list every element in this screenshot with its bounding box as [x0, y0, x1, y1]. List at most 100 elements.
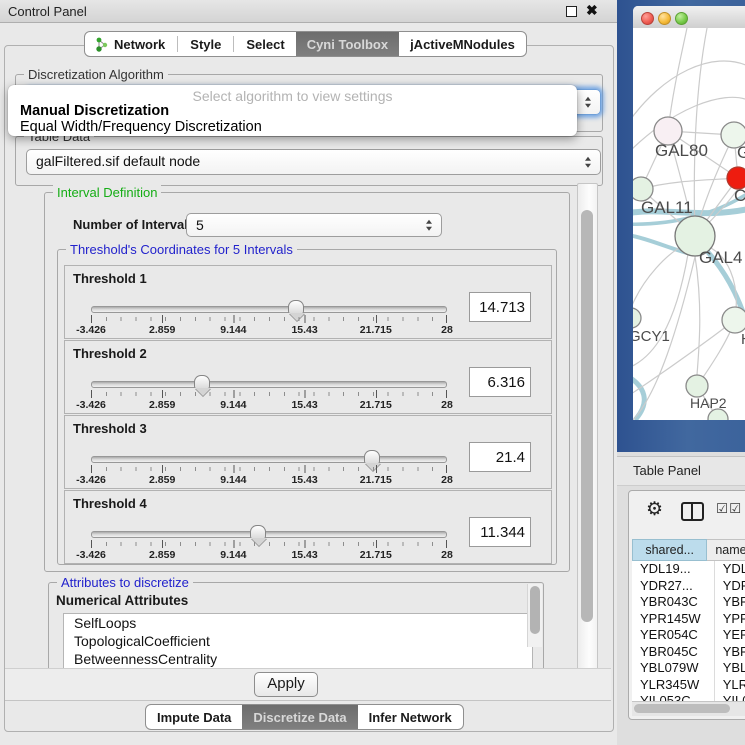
slider-ticks — [91, 540, 447, 548]
scrollbar-thumb[interactable] — [530, 586, 540, 634]
scrollbar-thumb[interactable] — [581, 210, 593, 622]
slider-tick-labels: -3.4262.8599.14415.4321.71528 — [91, 399, 447, 411]
attribute-list-item[interactable]: SelfLoops — [64, 614, 532, 632]
threshold-value-field[interactable] — [469, 367, 531, 397]
gear-icon[interactable]: ⚙ — [646, 499, 663, 521]
dropdown-item-manual-discretization[interactable]: Manual Discretization — [20, 103, 169, 119]
table-row[interactable]: YIL053CYIL0 — [632, 693, 745, 701]
tick-label: 15.43 — [291, 399, 317, 411]
tab-cyni-toolbox[interactable]: Cyni Toolbox — [296, 32, 399, 56]
network-window-titlebar[interactable] — [633, 6, 745, 29]
tick-label: -3.426 — [76, 324, 106, 336]
cell-name[interactable]: YBR0 — [715, 594, 745, 611]
attributes-group: Attributes to discretize Numerical Attri… — [48, 582, 544, 668]
tab-jactivemnodules[interactable]: jActiveMNodules — [399, 32, 526, 56]
table-header-row: shared... name — [632, 539, 745, 561]
network-node-label: HAP2 — [690, 395, 727, 411]
cell-name[interactable]: YIL0 — [715, 693, 745, 701]
tab-impute-data[interactable]: Impute Data — [146, 705, 242, 729]
cell-name[interactable]: YER0 — [715, 627, 745, 644]
scrollbar-thumb[interactable] — [634, 704, 730, 713]
tick-label: 15.43 — [291, 549, 317, 561]
cell-shared-name[interactable]: YER054C — [632, 627, 715, 644]
control-panel-titlebar: Control Panel ✖ — [0, 0, 617, 23]
control-panel: Control Panel ✖ Network Style Select Cyn… — [0, 0, 617, 745]
network-edge — [641, 178, 738, 189]
cell-shared-name[interactable]: YBR043C — [632, 594, 715, 611]
tick-label: 9.144 — [220, 549, 246, 561]
table-row[interactable]: YDL19...YDL1 — [632, 561, 745, 578]
float-window-icon[interactable] — [566, 6, 577, 17]
table-row[interactable]: YPR145WYPR1 — [632, 611, 745, 628]
cell-name[interactable]: YDL1 — [715, 561, 745, 578]
tab-infer-network[interactable]: Infer Network — [358, 705, 463, 729]
numerical-attributes-list[interactable]: SelfLoopsTopologicalCoefficientBetweenne… — [63, 613, 533, 668]
threshold-slider-track[interactable] — [91, 381, 447, 388]
table-data-group: Table Data galFiltered.sif default node — [15, 136, 603, 186]
threshold-3-box: Threshold 3 -3.4262.8599.14415.4321.7152… — [64, 415, 552, 489]
group-title: Threshold's Coordinates for 5 Intervals — [66, 242, 297, 257]
column-header-shared-name[interactable]: shared... — [632, 539, 707, 561]
attribute-list-item[interactable]: BetweennessCentrality — [64, 650, 532, 668]
cell-shared-name[interactable]: YIL053C — [632, 693, 715, 701]
threshold-slider-track[interactable] — [91, 456, 447, 463]
select-columns-icon[interactable]: ☑☑ — [716, 501, 742, 517]
table-row[interactable]: YBR043CYBR0 — [632, 594, 745, 611]
table-row[interactable]: YBR045CYBR0 — [632, 644, 745, 661]
table-row[interactable]: YER054CYER0 — [632, 627, 745, 644]
tab-style[interactable]: Style — [179, 32, 232, 56]
cell-name[interactable]: YBR0 — [715, 644, 745, 661]
threshold-label: Threshold 4 — [73, 496, 147, 511]
close-traffic-light[interactable] — [641, 12, 654, 25]
split-columns-icon[interactable] — [681, 502, 704, 521]
tick-label: 28 — [441, 549, 453, 561]
minimize-traffic-light[interactable] — [658, 12, 671, 25]
column-header-name[interactable]: name — [707, 539, 745, 561]
cell-name[interactable]: YDR2 — [715, 578, 745, 595]
network-window-frame[interactable]: GAL80GACGAL11GAL4GCY1HHAP2 — [617, 0, 745, 452]
cell-name[interactable]: YPR1 — [715, 611, 745, 628]
cell-shared-name[interactable]: YLR345W — [632, 677, 715, 694]
table-row[interactable]: YDR27...YDR2 — [632, 578, 745, 595]
table-row[interactable]: YBL079WYBL0 — [632, 660, 745, 677]
numerical-attributes-label: Numerical Attributes — [56, 593, 188, 608]
table-panel-titlebar: Table Panel — [617, 456, 745, 486]
threshold-value-field[interactable] — [469, 292, 531, 322]
network-node[interactable] — [722, 307, 745, 333]
table-row[interactable]: YLR345WYLR3 — [632, 677, 745, 694]
cell-name[interactable]: YBL0 — [715, 660, 745, 677]
cell-shared-name[interactable]: YBR045C — [632, 644, 715, 661]
tab-select[interactable]: Select — [235, 32, 295, 56]
top-tab-bar: Network Style Select Cyni Toolbox jActiv… — [84, 31, 527, 57]
cell-shared-name[interactable]: YBL079W — [632, 660, 715, 677]
threshold-value-field[interactable] — [469, 517, 531, 547]
tab-network[interactable]: Network — [85, 32, 176, 56]
combo-arrows-icon — [585, 157, 591, 168]
tick-label: 28 — [441, 324, 453, 336]
number-of-intervals-combobox[interactable]: 5 — [186, 213, 442, 237]
apply-button[interactable]: Apply — [254, 672, 318, 697]
tick-label: 21.715 — [360, 549, 392, 561]
network-edge — [695, 256, 700, 375]
network-node[interactable] — [686, 375, 708, 397]
threshold-slider-track[interactable] — [91, 531, 447, 538]
cell-shared-name[interactable]: YDR27... — [632, 578, 715, 595]
settings-scroll-area: Interval Definition Number of Intervals … — [10, 183, 576, 668]
tab-discretize-data[interactable]: Discretize Data — [242, 705, 357, 729]
attribute-list-item[interactable]: TopologicalCoefficient — [64, 632, 532, 650]
network-node-label: GAL4 — [699, 248, 742, 267]
network-canvas[interactable]: GAL80GACGAL11GAL4GCY1HHAP2 — [633, 28, 745, 420]
threshold-value-field[interactable] — [469, 442, 531, 472]
table-panel-section: Table Panel ⚙ ☑☑ shared... name YDL19...… — [617, 452, 745, 745]
threshold-slider-track[interactable] — [91, 306, 447, 313]
table-data-combobox[interactable]: galFiltered.sif default node — [26, 149, 601, 175]
close-icon[interactable]: ✖ — [586, 2, 598, 19]
tab-separator — [233, 36, 234, 52]
cell-shared-name[interactable]: YDL19... — [632, 561, 715, 578]
network-node[interactable] — [633, 308, 641, 328]
dropdown-item-equal-width[interactable]: Equal Width/Frequency Discretization — [20, 119, 262, 135]
tick-label: 28 — [441, 399, 453, 411]
cell-name[interactable]: YLR3 — [715, 677, 745, 694]
cell-shared-name[interactable]: YPR145W — [632, 611, 715, 628]
zoom-traffic-light[interactable] — [675, 12, 688, 25]
